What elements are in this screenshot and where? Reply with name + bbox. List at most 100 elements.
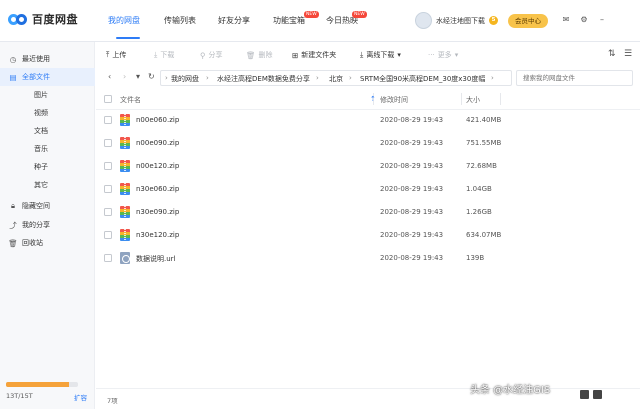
file-size: 751.55MB: [466, 139, 502, 147]
toolbar: ⤒ 上传 ⤓ 下载 ⚲ 分享 🗑︎ 删除 ⊞ 新建文件夹 ⤓ 离线下载 ▾ ··· 更多 ▾ ⇅ …: [96, 42, 640, 68]
watermark-square-icon: [580, 390, 589, 399]
breadcrumb-item[interactable]: SRTM全国90米高程DEM_30度x30度幅: [360, 74, 485, 84]
sidebar-item-recycle-bin[interactable]: 🗑︎ 回收站: [0, 234, 95, 252]
refresh-icon[interactable]: ↻: [148, 72, 155, 81]
sidebar-item-docs[interactable]: 文档: [0, 122, 95, 140]
mail-icon[interactable]: ✉: [561, 15, 571, 24]
table-row[interactable]: n00e090.zip 2020-08-29 19:43 751.55MB: [96, 132, 640, 155]
minimize-icon[interactable]: –: [597, 15, 607, 24]
sidebar-item-my-shares[interactable]: ⤴ 我的分享: [0, 216, 95, 234]
sidebar-item-recent[interactable]: ◷ 最近使用: [0, 50, 95, 68]
chevron-right-icon: ›: [206, 74, 209, 82]
lock-icon: 🔒︎: [11, 201, 15, 210]
trash-icon: 🗑︎: [8, 238, 18, 248]
sidebar-item-videos[interactable]: 视频: [0, 104, 95, 122]
file-name[interactable]: n30e090.zip: [136, 208, 179, 216]
sidebar-item-images[interactable]: 图片: [0, 86, 95, 104]
forward-icon[interactable]: ›: [123, 72, 126, 81]
file-size: 1.26GB: [466, 208, 492, 216]
file-name[interactable]: n00e090.zip: [136, 139, 179, 147]
share-icon: ⤴: [9, 220, 17, 230]
table-row[interactable]: n00e060.zip 2020-08-29 19:43 421.40MB: [96, 109, 640, 132]
breadcrumb-item[interactable]: 我的网盘: [171, 74, 199, 84]
username[interactable]: 水经注地图下载: [436, 16, 485, 26]
sidebar-item-all-files[interactable]: ▤ 全部文件: [0, 68, 95, 86]
sidebar-item-torrents[interactable]: 种子: [0, 158, 95, 176]
table-row[interactable]: n00e120.zip 2020-08-29 19:43 72.68MB: [96, 155, 640, 178]
app-logo[interactable]: 百度网盘: [8, 11, 78, 27]
file-modified: 2020-08-29 19:43: [380, 254, 444, 262]
back-icon[interactable]: ‹: [108, 72, 111, 81]
user-info[interactable]: 水经注地图下载 5: [415, 12, 498, 29]
row-checkbox[interactable]: [104, 208, 112, 216]
column-header-name[interactable]: 文件名: [120, 95, 141, 105]
zip-file-icon: [120, 160, 130, 172]
row-checkbox[interactable]: [104, 116, 112, 124]
breadcrumb-item[interactable]: 北京: [329, 74, 343, 84]
table-row[interactable]: n30e090.zip 2020-08-29 19:43 1.26GB: [96, 201, 640, 224]
upload-button[interactable]: ⤒ 上传: [106, 50, 126, 60]
chevron-down-icon: ▾: [397, 51, 401, 59]
column-header-size[interactable]: 大小: [466, 95, 480, 105]
table-row[interactable]: n30e060.zip 2020-08-29 19:43 1.04GB: [96, 178, 640, 201]
file-name[interactable]: 数据说明.url: [136, 254, 175, 264]
folder-plus-icon: ⊞: [292, 50, 299, 60]
tab-my-disk[interactable]: 我的网盘: [108, 15, 140, 26]
avatar[interactable]: [415, 12, 432, 29]
top-bar: 百度网盘 我的网盘 传输列表 好友分享 功能宝箱 NEW 今日热映 NEW 水经…: [0, 0, 640, 42]
breadcrumb-item[interactable]: 水经注高程DEM数据免费分享: [217, 74, 310, 84]
share-button[interactable]: ⚲ 分享: [200, 50, 223, 60]
expand-storage-link[interactable]: 扩容: [74, 392, 87, 402]
table-row[interactable]: n30e120.zip 2020-08-29 19:43 634.07MB: [96, 224, 640, 247]
file-modified: 2020-08-29 19:43: [380, 162, 444, 170]
row-checkbox[interactable]: [104, 185, 112, 193]
more-button[interactable]: ··· 更多 ▾: [428, 50, 458, 60]
tab-friend-share[interactable]: 好友分享: [218, 15, 250, 26]
file-name[interactable]: n30e060.zip: [136, 185, 179, 193]
download-icon: ⤓: [360, 50, 364, 59]
search-input[interactable]: [517, 71, 632, 85]
row-checkbox[interactable]: [104, 139, 112, 147]
file-size: 634.07MB: [466, 231, 502, 239]
app-name: 百度网盘: [32, 13, 78, 26]
zip-file-icon: [120, 114, 130, 126]
select-all-checkbox[interactable]: [104, 95, 112, 103]
tab-feature-box[interactable]: 功能宝箱: [273, 15, 305, 26]
file-name[interactable]: n00e120.zip: [136, 162, 179, 170]
trash-icon: 🗑︎: [246, 50, 256, 60]
vip-center-button[interactable]: 会员中心: [508, 14, 548, 28]
share-icon: ⚲: [200, 50, 206, 60]
new-folder-button[interactable]: ⊞ 新建文件夹: [292, 50, 336, 60]
sidebar-item-other[interactable]: 其它: [0, 176, 95, 194]
delete-button[interactable]: 🗑︎ 删除: [246, 50, 273, 60]
more-dots-icon: ···: [428, 51, 435, 59]
file-name[interactable]: n00e060.zip: [136, 116, 179, 124]
watermark-square-icon: [593, 390, 602, 399]
new-badge: NEW: [352, 11, 367, 18]
view-mode-icon[interactable]: ☰: [624, 49, 632, 59]
download-button[interactable]: ⤓ 下载: [154, 50, 174, 60]
row-checkbox[interactable]: [104, 254, 112, 262]
row-checkbox[interactable]: [104, 162, 112, 170]
tab-transfer-list[interactable]: 传输列表: [164, 15, 196, 26]
chevron-down-icon[interactable]: ▾: [136, 72, 140, 81]
row-checkbox[interactable]: [104, 231, 112, 239]
offline-download-button[interactable]: ⤓ 离线下载 ▾: [360, 50, 401, 60]
breadcrumb: › 我的网盘 › 水经注高程DEM数据免费分享 › 北京 › SRTM全国90米…: [160, 70, 512, 86]
window-controls: ✉ ⚙ –: [561, 15, 607, 24]
zip-file-icon: [120, 183, 130, 195]
gear-icon[interactable]: ⚙: [579, 15, 589, 24]
zip-file-icon: [120, 137, 130, 149]
file-modified: 2020-08-29 19:43: [380, 139, 444, 147]
file-name[interactable]: n30e120.zip: [136, 231, 179, 239]
sidebar-item-hidden-space[interactable]: 🔒︎ 隐藏空间: [0, 197, 95, 215]
storage-quota-bar: [6, 382, 78, 387]
sidebar-item-music[interactable]: 音乐: [0, 140, 95, 158]
file-list-header: 文件名 ⇡ 修改时间 大小: [96, 88, 640, 110]
url-file-icon: [120, 252, 130, 264]
chevron-right-icon: ›: [491, 74, 494, 82]
baidu-cloud-logo-icon: [8, 12, 28, 26]
column-header-modified[interactable]: 修改时间: [380, 95, 408, 105]
sort-icon[interactable]: ⇅: [608, 49, 616, 59]
table-row[interactable]: 数据说明.url 2020-08-29 19:43 139B: [96, 247, 640, 270]
